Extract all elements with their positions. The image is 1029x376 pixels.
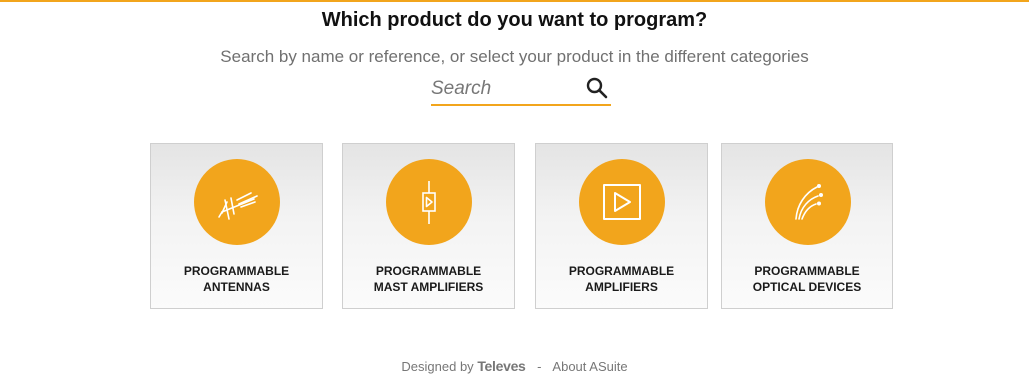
footer: Designed by Televes - About ASuite (0, 358, 1029, 374)
footer-separator: - (537, 359, 542, 374)
search-icon[interactable] (585, 76, 609, 100)
category-card-optical-devices[interactable]: PROGRAMMABLE OPTICAL DEVICES (721, 143, 893, 309)
mast-amplifier-icon (386, 159, 472, 245)
category-card-antennas[interactable]: PROGRAMMABLE ANTENNAS (150, 143, 323, 309)
search-input[interactable] (431, 76, 571, 102)
category-label: PROGRAMMABLE ANTENNAS (183, 264, 290, 294)
search-box (431, 74, 611, 106)
antenna-icon (194, 159, 280, 245)
category-label: PROGRAMMABLE OPTICAL DEVICES (752, 264, 862, 294)
page-subtitle: Search by name or reference, or select y… (220, 47, 809, 66)
page-title: Which product do you want to program? (321, 9, 708, 31)
televes-logo: Televes (477, 358, 526, 374)
top-accent-bar (0, 0, 1029, 2)
amplifier-icon (579, 159, 665, 245)
category-card-mast-amplifiers[interactable]: PROGRAMMABLE MAST AMPLIFIERS (342, 143, 515, 309)
footer-designed-by: Designed by (401, 359, 474, 374)
category-label: PROGRAMMABLE MAST AMPLIFIERS (373, 264, 484, 294)
category-card-amplifiers[interactable]: PROGRAMMABLE AMPLIFIERS (535, 143, 708, 309)
category-label: PROGRAMMABLE AMPLIFIERS (568, 264, 675, 294)
optical-fiber-icon (765, 159, 851, 245)
about-link[interactable]: About ASuite (552, 359, 627, 374)
